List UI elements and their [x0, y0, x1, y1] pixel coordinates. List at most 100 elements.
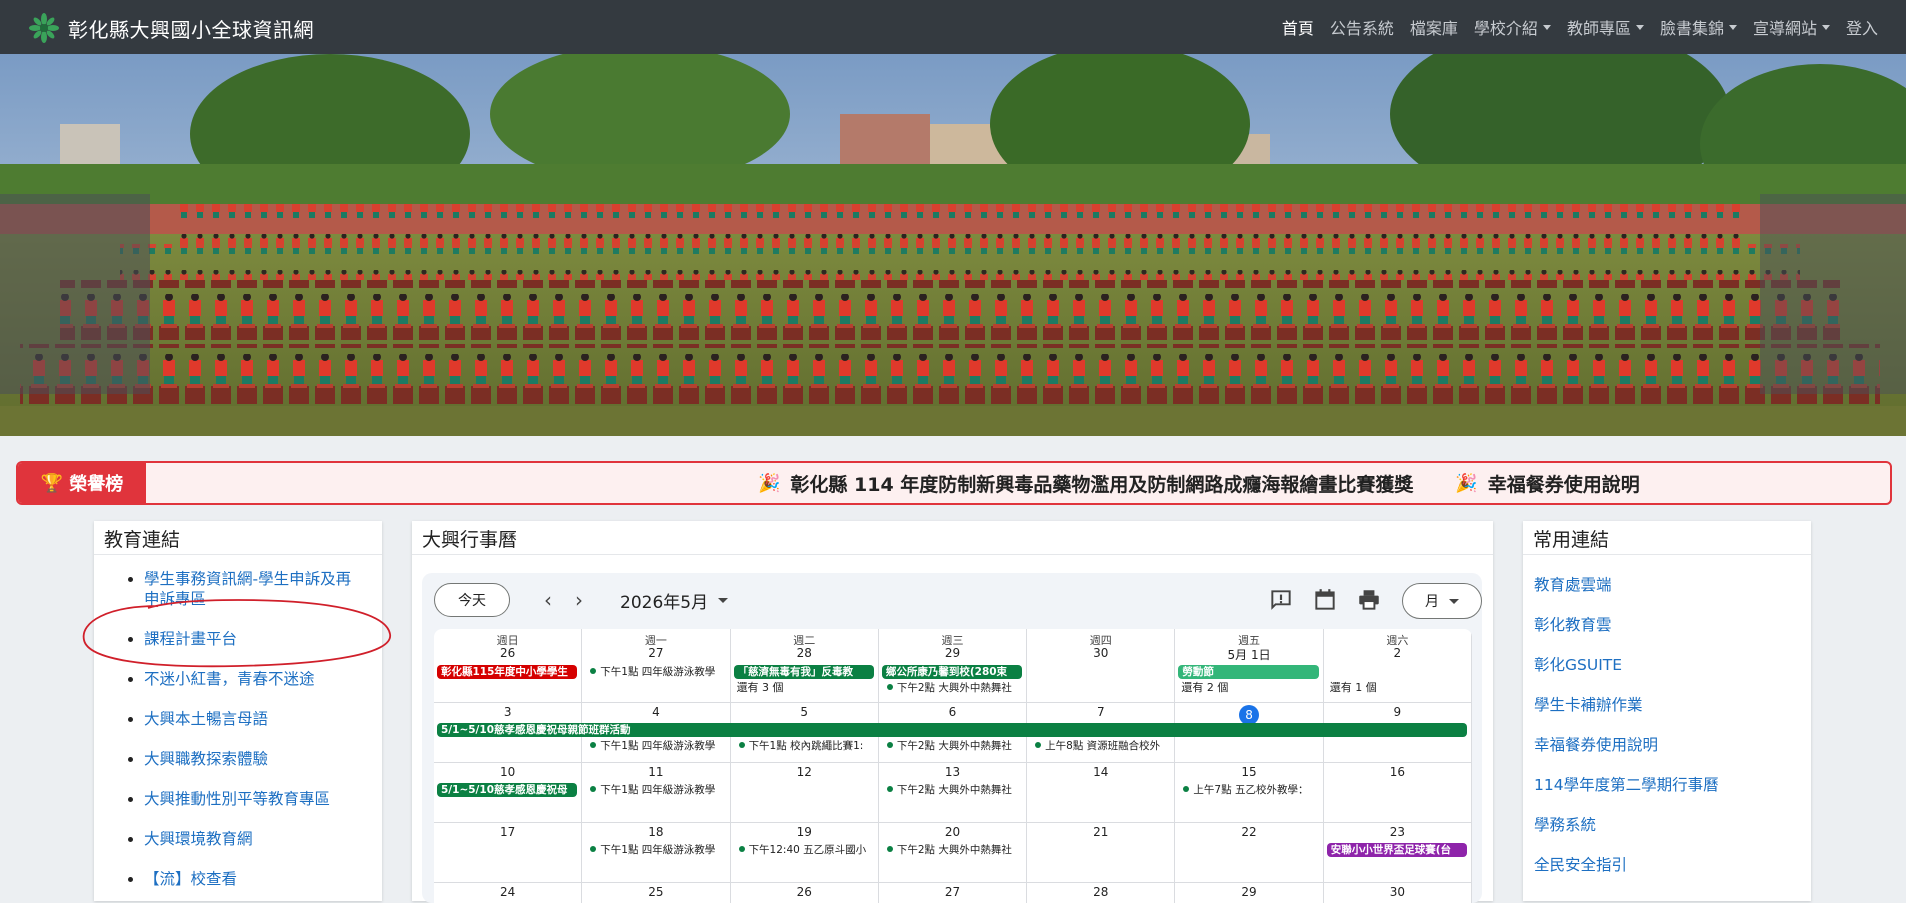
common-link[interactable]: 教育處雲端 [1534, 565, 1801, 605]
calendar-day-cell[interactable]: 27 [879, 883, 1028, 903]
more-events-link[interactable]: 還有 1 個 [1330, 681, 1470, 695]
brand-title: 彰化縣大興國小全球資訊網 [68, 17, 314, 42]
month-selector[interactable]: 2026年5月 [620, 583, 729, 617]
calendar-day-cell[interactable]: 22 [1175, 823, 1324, 883]
day-number: 10 [500, 765, 516, 779]
day-number: 28 [796, 646, 812, 660]
edu-link[interactable]: 學生事務資訊網-學生申訴及再申訴專區 [144, 570, 351, 608]
calendar-event-bar[interactable]: 勞動節 [1178, 665, 1319, 679]
calendar-event[interactable]: 下午1點 校內跳繩比賽1: [739, 739, 875, 753]
calendar-event-bar[interactable]: 5/1~5/10慈孝感恩慶祝母 [437, 783, 578, 797]
nav-item[interactable]: 教師專區 [1567, 15, 1644, 39]
calendar-day-cell[interactable]: 29 [1175, 883, 1324, 903]
calendar-toolbar: 今天 ‹ › 2026年5月 月 [422, 573, 1482, 633]
common-link[interactable]: 學務系統 [1534, 805, 1801, 845]
day-number: 18 [648, 825, 664, 839]
brand[interactable]: 彰化縣大興國小全球資訊網 [28, 12, 314, 44]
calendar-day-cell[interactable]: 24 [434, 883, 583, 903]
calendar-event[interactable]: 上午8點 資源班融合校外 [1035, 739, 1171, 753]
calendar-day-cell[interactable]: 30 [1324, 883, 1472, 903]
nav-item[interactable]: 宣導網站 [1753, 15, 1830, 39]
day-number: 15 [1241, 765, 1257, 779]
honor-item[interactable]: 🎉 幸福餐券使用說明 [1455, 470, 1639, 497]
calendar-event[interactable]: 下午1點 四年級游泳教學 [590, 739, 726, 753]
more-events-link[interactable]: 還有 2 個 [1181, 681, 1321, 695]
day-number: 29 [944, 646, 961, 660]
feedback-icon[interactable] [1268, 587, 1294, 613]
day-number: 17 [500, 825, 516, 839]
edu-link[interactable]: 大興推動性別平等教育專區 [144, 790, 330, 808]
edu-link-item: 學生事務資訊網-學生申訴及再申訴專區 [144, 569, 362, 609]
calendar-day-cell[interactable]: 26 [731, 883, 879, 903]
edu-link[interactable]: 大興職教探索體驗 [144, 750, 268, 768]
calendar-day-cell[interactable]: 25 [582, 883, 731, 903]
calendar-event-bar[interactable]: 安聯小小世界盃足球賽(台 [1326, 843, 1467, 857]
day-number: 2 [1393, 646, 1402, 660]
calendar-title: 大興行事曆 [412, 521, 1493, 555]
calendar-day-cell[interactable]: 16 [1323, 763, 1472, 823]
nav-item[interactable]: 檔案庫 [1410, 15, 1458, 39]
edu-link[interactable]: 【流】校查看 [144, 870, 237, 888]
edu-link[interactable]: 課程計畫平台 [144, 630, 237, 648]
chevron-down-icon [1542, 24, 1551, 30]
today-button[interactable]: 今天 [434, 583, 510, 617]
calendar-day-cell[interactable]: 12 [730, 763, 879, 823]
nav-item[interactable]: 臉書集錦 [1660, 15, 1737, 39]
day-number: 8 [1175, 705, 1322, 725]
edu-link-item: 不迷小紅書，青春不迷途 [144, 669, 362, 689]
edu-link[interactable]: 不迷小紅書，青春不迷途 [144, 670, 315, 688]
calendar-day-cell[interactable]: 28 [1027, 883, 1176, 903]
chevron-down-icon [718, 597, 729, 603]
calendar-event[interactable]: 下午2點 大興外中熱舞社 [887, 681, 1023, 695]
nav-item[interactable]: 首頁 [1282, 15, 1314, 39]
day-number: 9 [1393, 705, 1402, 719]
common-link[interactable]: 全民安全指引 [1534, 845, 1801, 885]
common-link[interactable]: 學生卡補辦作業 [1534, 685, 1801, 725]
edu-link[interactable]: 大興本土暢言母語 [144, 710, 268, 728]
day-number: 30 [1389, 885, 1405, 899]
day-number: 25 [648, 885, 664, 899]
common-link[interactable]: 幸福餐券使用說明 [1534, 725, 1801, 765]
edu-link-item: 大興推動性別平等教育專區 [144, 789, 362, 809]
calendar-widget: 今天 ‹ › 2026年5月 月 週日 26 週一 27 週二 28 週三 29… [422, 573, 1482, 903]
calendar-event[interactable]: 下午2點 大興外中熱舞社 [887, 739, 1023, 753]
common-link[interactable]: 114學年度第二學期行事曆 [1534, 765, 1801, 805]
day-number: 5 [800, 705, 809, 719]
calendar-event[interactable]: 上午7點 五乙校外教學： [1183, 783, 1319, 797]
hero-photo [0, 54, 1906, 436]
nav-item[interactable]: 登入 [1846, 15, 1878, 39]
nav-item[interactable]: 公告系統 [1330, 15, 1394, 39]
next-month-chevron-icon[interactable]: › [565, 583, 593, 617]
day-number: 5月 1日 [1227, 648, 1271, 662]
calendar-event[interactable]: 下午1點 四年級游泳教學 [590, 843, 726, 857]
edu-link[interactable]: 大興環境教育網 [144, 830, 253, 848]
day-number: 24 [500, 885, 516, 899]
honor-item[interactable]: 🎉 彰化縣 114 年度防制新興毒品藥物濫用及防制網路成癮海報繪畫比賽獲獎 [758, 470, 1413, 497]
nav-item[interactable]: 學校介紹 [1474, 15, 1551, 39]
school-logo-icon [29, 13, 59, 43]
calendar-day-cell[interactable]: 21 [1027, 823, 1176, 883]
calendar-day-cell[interactable]: 週四 30 [1027, 629, 1176, 703]
common-link[interactable]: 彰化教育雲 [1534, 605, 1801, 645]
calendar-event[interactable]: 下午12:40 五乙原斗國小 [739, 843, 875, 857]
print-icon[interactable] [1356, 587, 1382, 613]
chevron-down-icon [1449, 598, 1459, 604]
day-number: 30 [1093, 646, 1109, 660]
common-links-card: 常用連結 教育處雲端 彰化教育雲 彰化GSUITE 學生卡補辦作業 幸福餐券使用說明 11… [1523, 521, 1811, 901]
calendar-event-bar[interactable]: 5/1~5/10慈孝感恩慶祝母親節班群活動 [437, 723, 1467, 737]
calendar-event[interactable]: 下午1點 四年級游泳教學 [590, 665, 726, 679]
common-link[interactable]: 彰化GSUITE [1534, 645, 1801, 685]
calendar-event[interactable]: 下午1點 四年級游泳教學 [590, 783, 726, 797]
calendar-event-bar[interactable]: 「慈濟無毒有我」反毒教 [733, 665, 874, 679]
calendar-event-bar[interactable]: 彰化縣115年度中小學學生 [437, 665, 578, 679]
prev-month-chevron-icon[interactable]: ‹ [534, 583, 562, 617]
calendar-event[interactable]: 下午2點 大興外中熱舞社 [887, 783, 1023, 797]
chevron-down-icon [1635, 24, 1644, 30]
more-events-link[interactable]: 還有 3 個 [737, 681, 877, 695]
calendar-icon[interactable] [1312, 587, 1338, 613]
calendar-day-cell[interactable]: 14 [1027, 763, 1176, 823]
calendar-day-cell[interactable]: 17 [434, 823, 583, 883]
calendar-event-bar[interactable]: 鄉公所康乃馨到校(280束 [881, 665, 1023, 679]
calendar-event[interactable]: 下午2點 大興外中熱舞社 [887, 843, 1023, 857]
view-mode-dropdown[interactable]: 月 [1402, 583, 1482, 619]
